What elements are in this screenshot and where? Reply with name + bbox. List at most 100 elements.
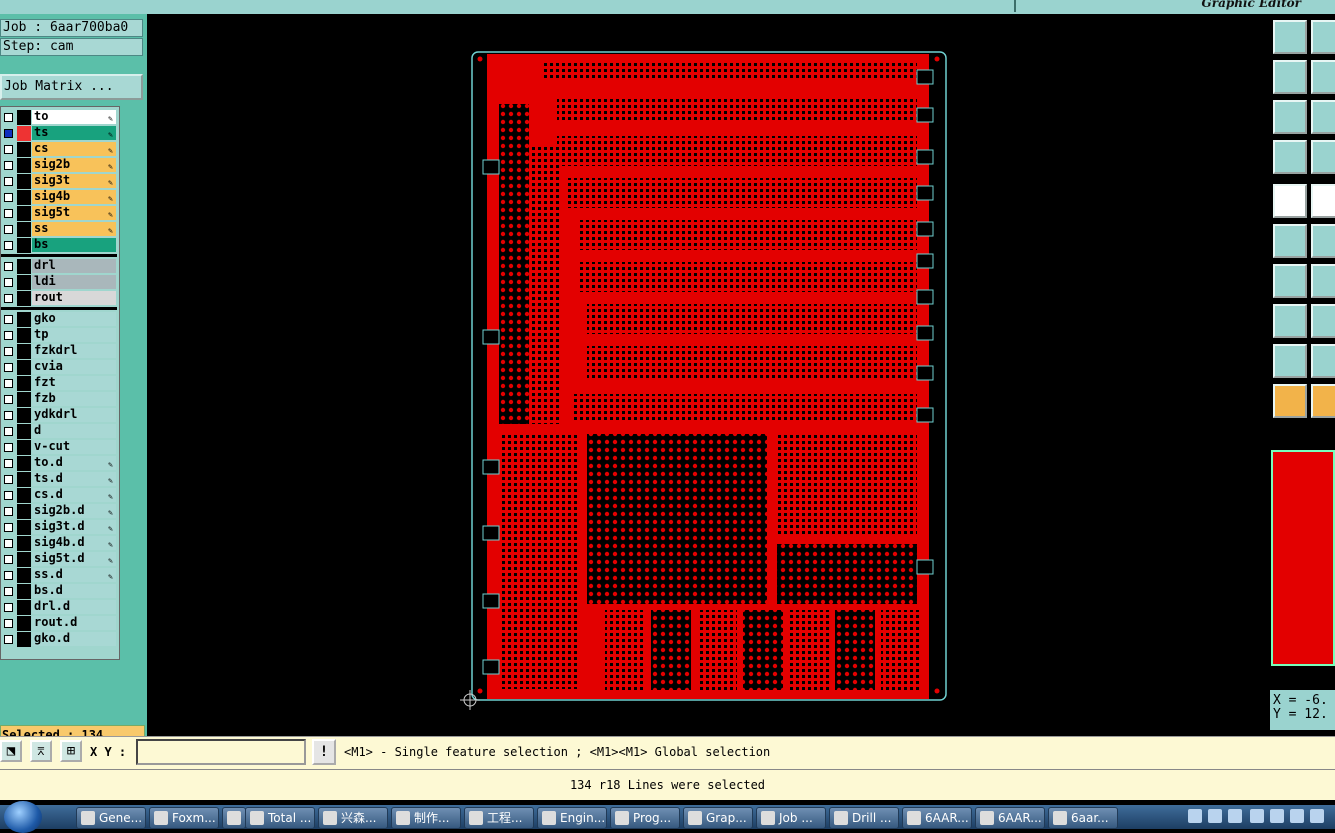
layer-row-ydkdrl[interactable]: ydkdrl [1, 408, 117, 423]
taskbar-item[interactable]: Drill ... [829, 807, 899, 829]
layer-row-ss.d[interactable]: ss.d ✎ [1, 568, 117, 583]
dash-icon[interactable] [1311, 304, 1335, 338]
line-icon[interactable] [1273, 264, 1307, 298]
start-button[interactable] [4, 801, 42, 833]
layer-row-sig3t.d[interactable]: sig3t.d ✎ [1, 520, 117, 535]
layer-row-fzt[interactable]: fzt [1, 376, 117, 391]
cross-icon[interactable] [1311, 224, 1335, 258]
layer-row-ts.d[interactable]: ts.d ✎ [1, 472, 117, 487]
layer-row-cs[interactable]: cs ✎ [1, 142, 117, 157]
layer-row-bs.d[interactable]: bs.d [1, 584, 117, 599]
taskbar-item[interactable]: 工程... [464, 807, 534, 829]
taskbar-item[interactable]: Grap... [683, 807, 753, 829]
layer-checkbox[interactable] [4, 539, 13, 548]
app-icon[interactable] [1290, 809, 1304, 823]
layer-row-sig2b[interactable]: sig2b ✎ [1, 158, 117, 173]
layer-checkbox[interactable] [4, 145, 13, 154]
layer-checkbox[interactable] [4, 619, 13, 628]
browser-icon[interactable] [1250, 809, 1264, 823]
monitor-icon[interactable] [1311, 20, 1335, 54]
pad-pair-icon[interactable] [1273, 304, 1307, 338]
fit-view-icon[interactable] [1273, 100, 1307, 134]
layer-row-gko[interactable]: gko [1, 312, 117, 327]
layer-checkbox[interactable] [4, 475, 13, 484]
pad-icon[interactable] [1273, 184, 1307, 218]
layer-checkbox[interactable] [4, 507, 13, 516]
layer-checkbox[interactable] [4, 603, 13, 612]
layer-checkbox[interactable] [4, 411, 13, 420]
layer-row-fzb[interactable]: fzb [1, 392, 117, 407]
layer-row-to[interactable]: to ✎ [1, 110, 117, 125]
layer-checkbox[interactable] [4, 395, 13, 404]
layer-row-drl[interactable]: drl [1, 259, 117, 274]
layer-checkbox[interactable] [4, 113, 13, 122]
layer-checkbox[interactable] [4, 571, 13, 580]
layer-checkbox[interactable] [4, 177, 13, 186]
pan-icon[interactable] [1311, 100, 1335, 134]
layer-checkbox[interactable] [4, 294, 13, 303]
layer-row-sig4b[interactable]: sig4b ✎ [1, 190, 117, 205]
layer-checkbox[interactable] [4, 427, 13, 436]
connect-icon[interactable] [1273, 224, 1307, 258]
layer-checkbox[interactable] [4, 443, 13, 452]
taskbar-item[interactable]: Engin... [537, 807, 607, 829]
select-pointer-icon[interactable] [1273, 384, 1307, 418]
layer-row-gko.d[interactable]: gko.d [1, 632, 117, 647]
layer-row-ss[interactable]: ss ✎ [1, 222, 117, 237]
layer-row-cs.d[interactable]: cs.d ✎ [1, 488, 117, 503]
layer-checkbox[interactable] [4, 379, 13, 388]
line-alt-icon[interactable] [1311, 264, 1335, 298]
layer-row-tp[interactable]: tp [1, 328, 117, 343]
layer-row-rout[interactable]: rout [1, 291, 117, 306]
taskbar-item[interactable]: Prog... [610, 807, 680, 829]
select-box-icon[interactable] [1311, 384, 1335, 418]
layer-checkbox[interactable] [4, 347, 13, 356]
network-icon[interactable] [1228, 809, 1242, 823]
layer-row-ts[interactable]: ts ✎ [1, 126, 117, 141]
layer-row-sig5t[interactable]: sig5t ✎ [1, 206, 117, 221]
layer-checkbox[interactable] [4, 555, 13, 564]
layer-checkbox[interactable] [4, 209, 13, 218]
taskbar-item[interactable]: 6aar... [1048, 807, 1118, 829]
layer-row-cvia[interactable]: cvia [1, 360, 117, 375]
layer-checkbox[interactable] [4, 331, 13, 340]
taskbar-item[interactable]: Gene... [76, 807, 146, 829]
snap-icon[interactable]: ⬔ [0, 740, 22, 762]
layer-checkbox[interactable] [4, 241, 13, 250]
help-icon[interactable] [1208, 809, 1222, 823]
layer-row-bs[interactable]: bs [1, 238, 117, 253]
tool-icon[interactable] [1310, 809, 1324, 823]
layer-checkbox[interactable] [4, 491, 13, 500]
layer-checkbox[interactable] [4, 363, 13, 372]
arc-icon[interactable] [1311, 344, 1335, 378]
layer-row-d[interactable]: d [1, 424, 117, 439]
layer-checkbox[interactable] [4, 225, 13, 234]
layer-row-to.d[interactable]: to.d ✎ [1, 456, 117, 471]
layer-row-sig2b.d[interactable]: sig2b.d ✎ [1, 504, 117, 519]
taskbar-item[interactable]: 6AAR... [975, 807, 1045, 829]
layer-row-v-cut[interactable]: v-cut [1, 440, 117, 455]
layer-checkbox[interactable] [4, 315, 13, 324]
layer-checkbox[interactable] [4, 635, 13, 644]
taskbar-item[interactable]: Job ... [756, 807, 826, 829]
zoom-out-icon[interactable] [1311, 60, 1335, 94]
taskbar-item[interactable]: 6AAR... [902, 807, 972, 829]
layer-checkbox[interactable] [4, 193, 13, 202]
arrow-icon[interactable] [1270, 809, 1284, 823]
layer-checkbox[interactable] [4, 459, 13, 468]
taskbar-item[interactable]: 兴森... [318, 807, 388, 829]
taskbar-item[interactable]: Foxm... [149, 807, 219, 829]
layer-checkbox[interactable] [4, 523, 13, 532]
layer-checkbox[interactable] [4, 262, 13, 271]
layer-row-ldi[interactable]: ldi [1, 275, 117, 290]
layer-row-rout.d[interactable]: rout.d [1, 616, 117, 631]
layer-checkbox[interactable] [4, 278, 13, 287]
layer-row-drl.d[interactable]: drl.d [1, 600, 117, 615]
move-icon[interactable] [1311, 184, 1335, 218]
layer-checkbox[interactable] [4, 161, 13, 170]
layer-checkbox[interactable] [4, 129, 13, 138]
taskbar-item[interactable] [222, 807, 246, 829]
warning-button[interactable]: ! [312, 739, 336, 765]
layer-row-sig4b.d[interactable]: sig4b.d ✎ [1, 536, 117, 551]
layer-row-sig3t[interactable]: sig3t ✎ [1, 174, 117, 189]
